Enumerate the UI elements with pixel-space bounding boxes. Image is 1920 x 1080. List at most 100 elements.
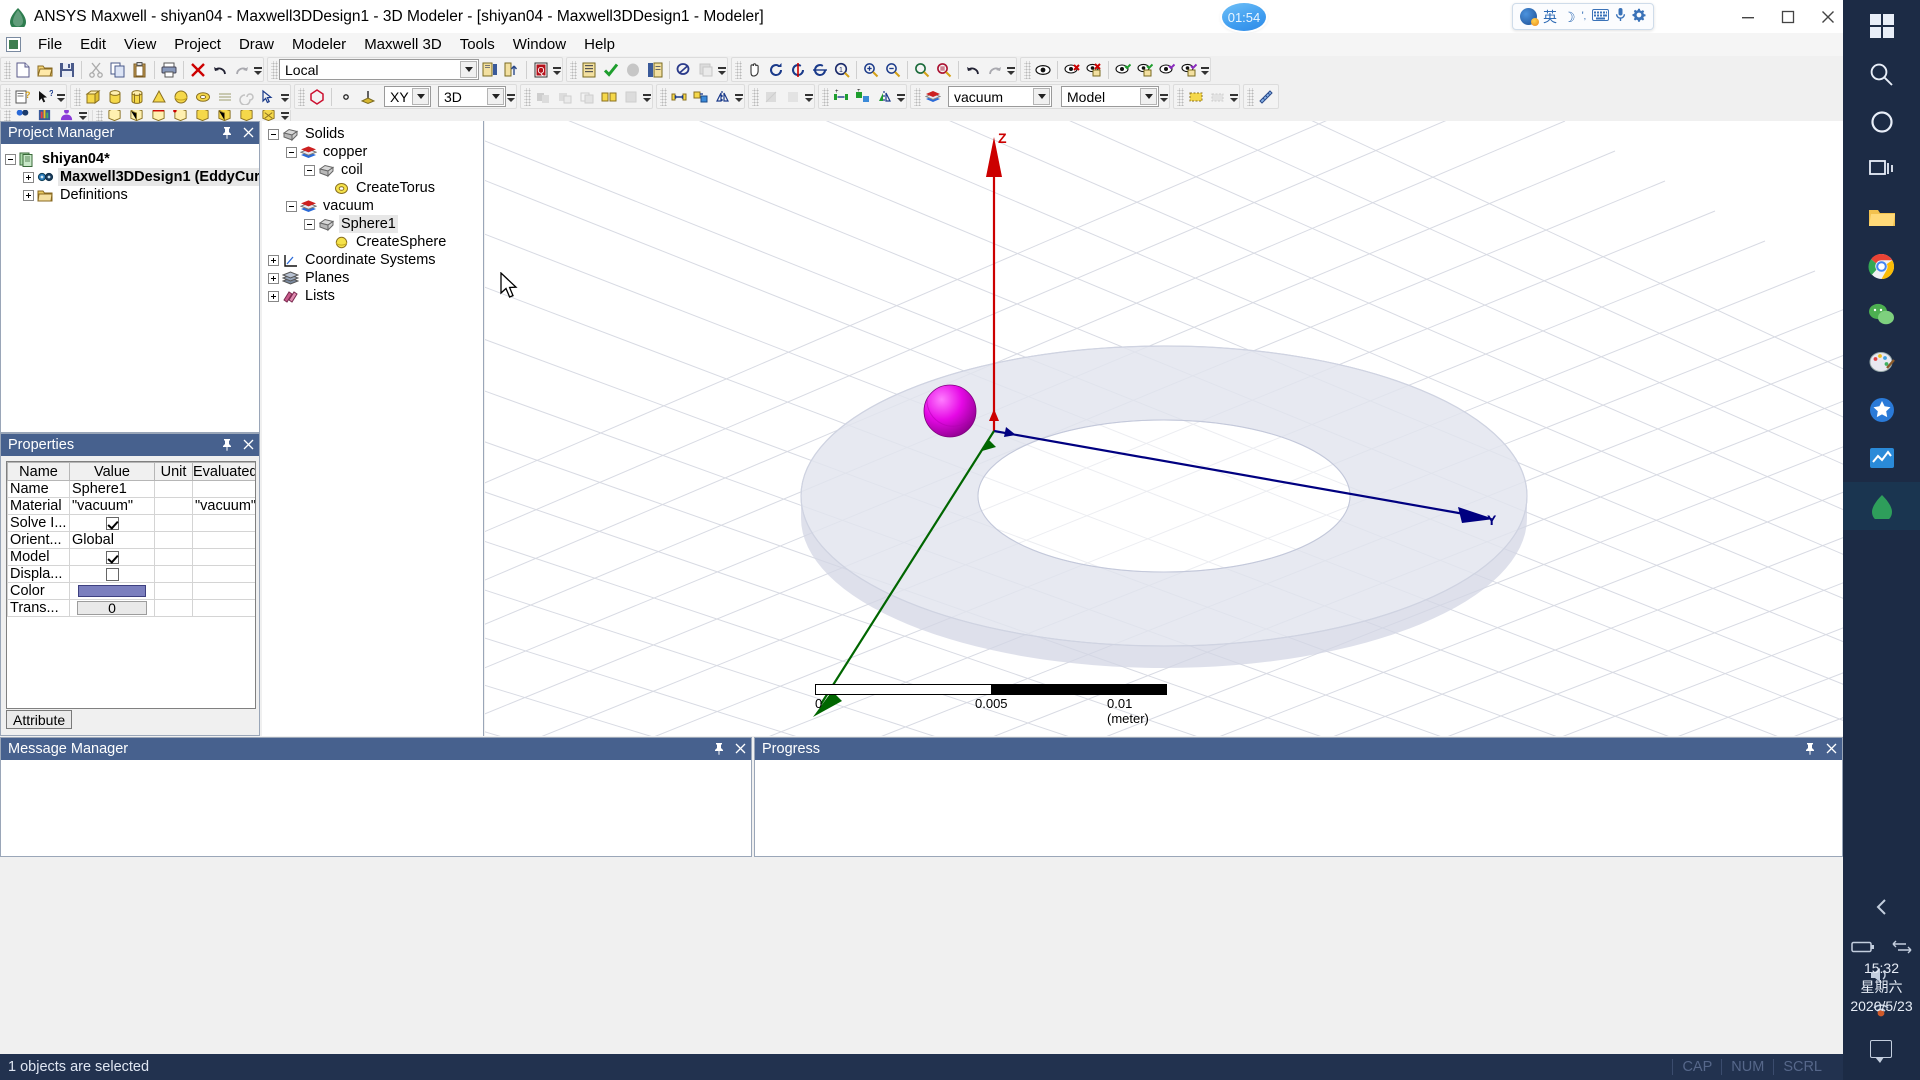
plane-icon[interactable]	[357, 86, 379, 108]
pin-icon[interactable]	[221, 126, 233, 141]
table-row[interactable]: Name Sphere1	[7, 480, 255, 498]
zoom-out-icon[interactable]	[882, 59, 904, 81]
table-row[interactable]: Trans... 0	[7, 599, 255, 617]
model-tree-row-coil[interactable]: coil	[262, 161, 483, 179]
pin-icon[interactable]	[221, 438, 233, 453]
pin-icon[interactable]	[1804, 742, 1816, 757]
moon-icon[interactable]: ☽	[1563, 10, 1576, 24]
toolbar-overflow-button[interactable]	[1006, 59, 1015, 81]
display-wireframe-checkbox[interactable]	[105, 567, 119, 581]
duplicate-mirror2-icon[interactable]	[874, 86, 896, 108]
toolbar-overflow-button[interactable]	[1159, 86, 1168, 108]
design-settings-icon[interactable]	[12, 110, 34, 121]
select-by-name-icon[interactable]	[236, 110, 258, 121]
prop-value[interactable]	[69, 514, 155, 532]
material-view-icon[interactable]	[1178, 59, 1200, 81]
prop-value[interactable]: 0	[69, 599, 155, 617]
coordinate-system-combo[interactable]: Local	[279, 59, 479, 80]
gear-icon[interactable]	[1632, 8, 1646, 26]
expander-minus-icon[interactable]	[5, 153, 16, 165]
draw-helix-icon[interactable]	[214, 86, 236, 108]
solve-setup-icon[interactable]: Q	[530, 59, 552, 81]
toolbar-grip[interactable]	[298, 87, 305, 106]
tab-attribute[interactable]: Attribute	[6, 710, 73, 729]
toolbar-overflow-button[interactable]	[280, 86, 289, 108]
close-icon[interactable]	[735, 742, 746, 756]
chevron-down-icon[interactable]	[1140, 88, 1157, 105]
prop-value[interactable]	[69, 548, 155, 566]
validate-icon[interactable]	[600, 59, 622, 81]
chevron-down-icon[interactable]	[1033, 88, 1050, 105]
table-row[interactable]: Model	[7, 548, 255, 566]
chrome-icon[interactable]	[1843, 242, 1920, 290]
notes-icon[interactable]	[644, 59, 666, 81]
model-tree-row-createsphere[interactable]: CreateSphere	[262, 233, 483, 251]
toolbar-overflow-button[interactable]	[552, 59, 561, 81]
mirror-icon[interactable]	[712, 86, 734, 108]
draw-torus-icon[interactable]	[192, 86, 214, 108]
toolbar-grip[interactable]	[822, 87, 829, 106]
paste-icon[interactable]	[129, 59, 151, 81]
offset-icon[interactable]: +	[830, 86, 852, 108]
prop-value[interactable]: "vacuum"	[69, 497, 155, 515]
local-cs-icon[interactable]	[501, 59, 523, 81]
project-tree-row-definitions[interactable]: Definitions	[1, 186, 259, 204]
windows-start-icon[interactable]	[1843, 2, 1920, 50]
section-icon[interactable]	[306, 86, 328, 108]
toolbar-overflow-button[interactable]	[280, 110, 289, 121]
toolbar-grip[interactable]	[914, 87, 921, 106]
select-edge-icon[interactable]	[148, 110, 170, 121]
input-switch-icon[interactable]	[1892, 940, 1912, 958]
toolbar-grip[interactable]	[570, 60, 577, 79]
toolbar-grip[interactable]	[1024, 60, 1031, 79]
rotate-x-icon[interactable]	[787, 59, 809, 81]
intersect-icon[interactable]	[576, 86, 598, 108]
print-icon[interactable]	[158, 59, 180, 81]
toolbar-grip[interactable]	[74, 87, 81, 106]
prop-value[interactable]	[69, 565, 155, 583]
draw-bondwire-icon[interactable]	[258, 86, 280, 108]
table-row[interactable]: Displa...	[7, 565, 255, 583]
menu-item-maxwell3d[interactable]: Maxwell 3D	[355, 35, 451, 54]
toolbar-grip[interactable]	[660, 87, 667, 106]
toolbar-grip[interactable]	[752, 87, 759, 106]
plane-combo[interactable]: XY	[384, 86, 431, 107]
copy-icon[interactable]	[107, 59, 129, 81]
toolbar-overflow-button[interactable]	[642, 86, 651, 108]
timer-badge[interactable]: 01:54	[1222, 3, 1266, 31]
zoom-dynamic-icon[interactable]: 1	[831, 59, 853, 81]
point-icon[interactable]	[335, 86, 357, 108]
open-folder-icon[interactable]	[34, 59, 56, 81]
project-tree-row-design[interactable]: Maxwell3DDesign1 (EddyCurrent)*	[1, 168, 259, 186]
toolbar-grip[interactable]	[4, 110, 11, 121]
cortana-icon[interactable]	[1843, 98, 1920, 146]
toolbar-overflow-button[interactable]	[734, 86, 743, 108]
mdi-app-icon[interactable]	[6, 37, 21, 52]
table-row[interactable]: Color	[7, 582, 255, 600]
hide-unselected-icon[interactable]	[1083, 59, 1105, 81]
probe-icon[interactable]	[673, 59, 695, 81]
separate-bodies-icon[interactable]	[620, 86, 642, 108]
close-button[interactable]	[1821, 10, 1835, 24]
taskbar-clock[interactable]: 15:32 星期六 2020/5/23	[1843, 959, 1920, 1016]
select-multi-icon[interactable]	[192, 110, 214, 121]
analyze-icon[interactable]	[622, 59, 644, 81]
draw-spiral-icon[interactable]	[236, 86, 258, 108]
save-icon[interactable]	[56, 59, 78, 81]
show-all-icon[interactable]	[1032, 59, 1054, 81]
table-row[interactable]: Solve I...	[7, 514, 255, 532]
battery-icon[interactable]	[1851, 940, 1875, 958]
show-selection-icon[interactable]	[1112, 59, 1134, 81]
color-swatch[interactable]	[78, 585, 146, 598]
toolbar-grip[interactable]	[96, 110, 103, 121]
redo-icon[interactable]	[231, 59, 253, 81]
ansys-icon[interactable]	[1843, 482, 1920, 530]
close-icon[interactable]	[243, 126, 254, 140]
table-row[interactable]: Orient... Global	[7, 531, 255, 549]
chevron-down-icon[interactable]	[487, 88, 504, 105]
toolbar-grip[interactable]	[524, 87, 531, 106]
material-combo[interactable]: vacuum	[948, 86, 1052, 107]
minimize-button[interactable]	[1741, 10, 1755, 24]
menu-item-view[interactable]: View	[115, 35, 165, 54]
keyboard-icon[interactable]	[1592, 8, 1610, 25]
